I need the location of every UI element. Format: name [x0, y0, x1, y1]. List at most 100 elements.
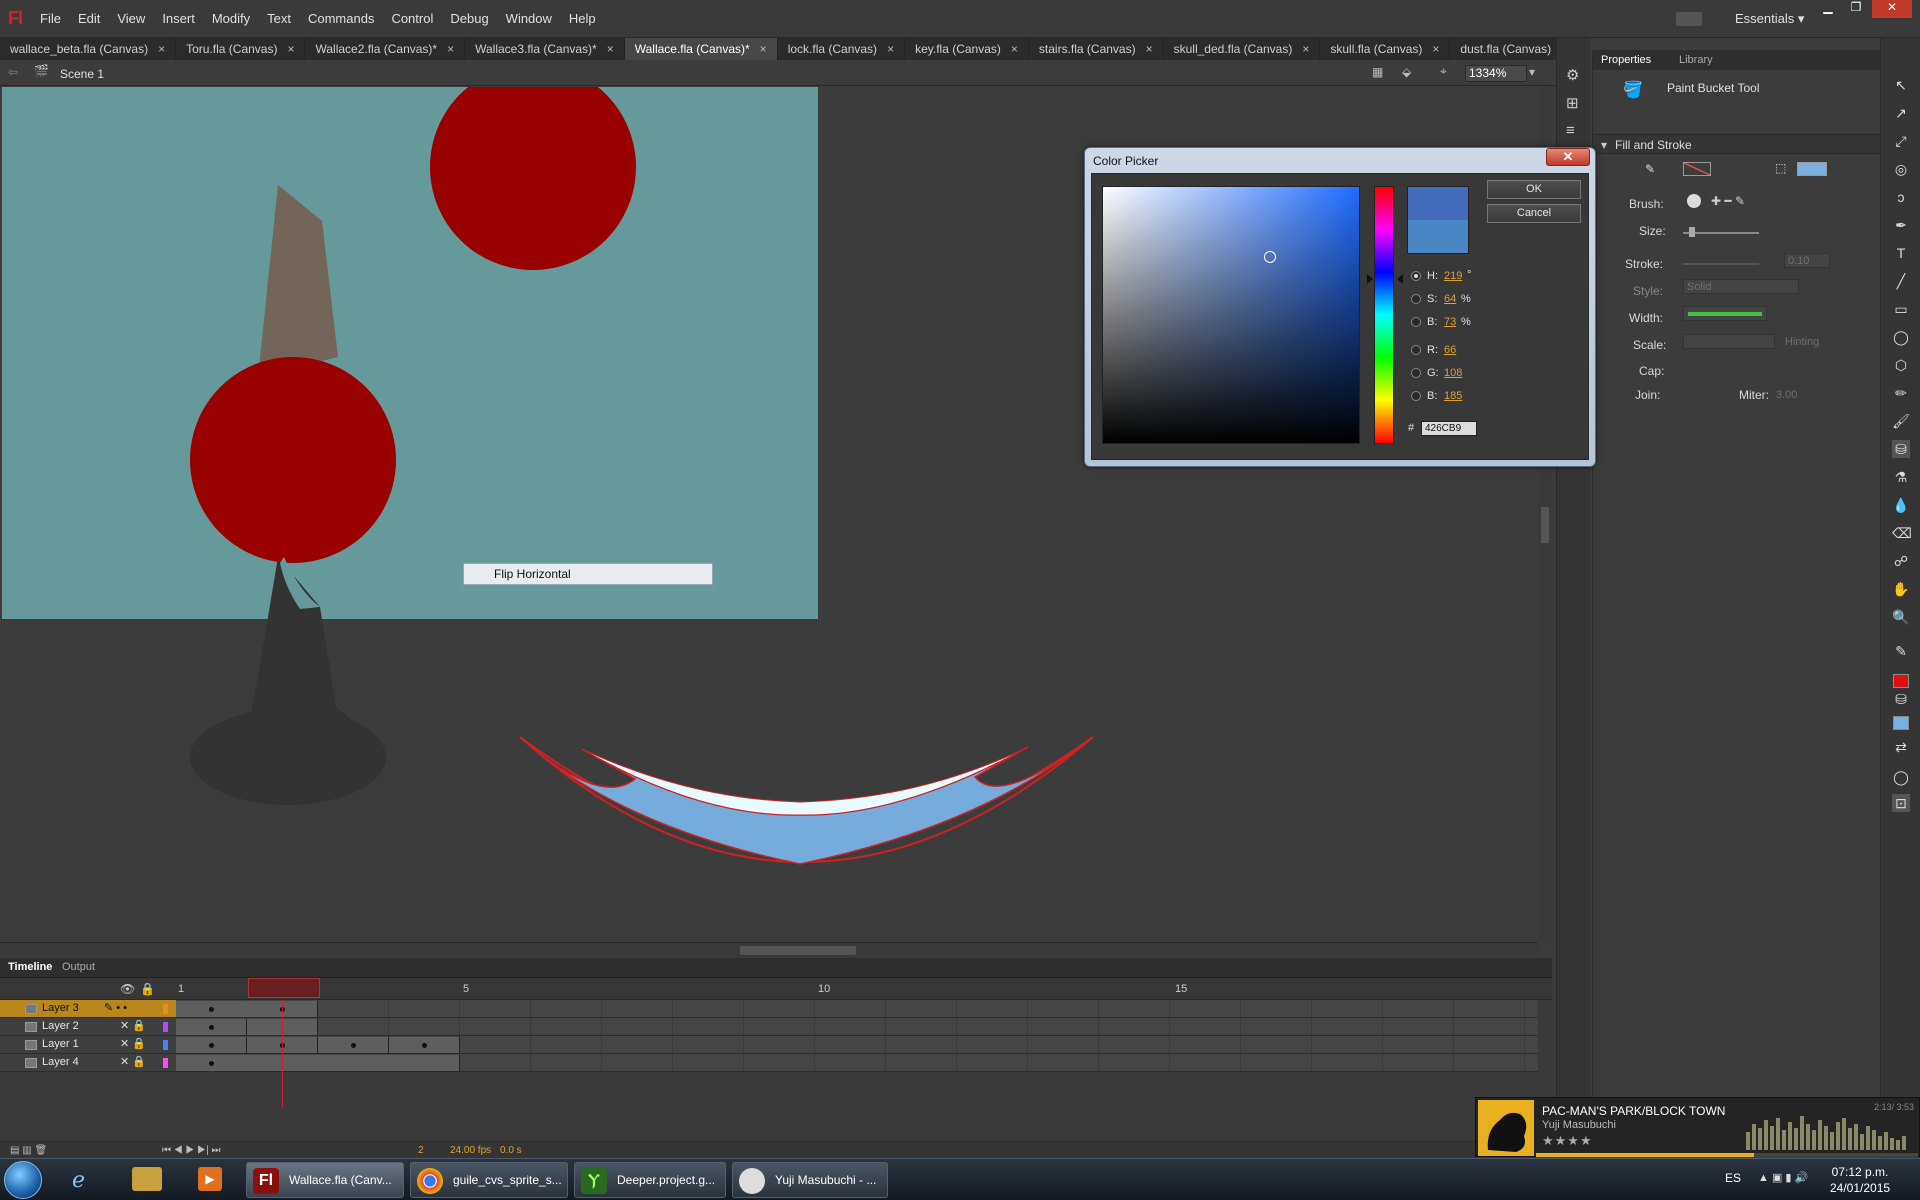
- stroke-color-swatch[interactable]: [1683, 162, 1711, 176]
- layer-row[interactable]: Layer 4 ✕ 🔒: [0, 1054, 1552, 1072]
- tab-wallace[interactable]: Wallace.fla (Canvas)* ×: [624, 38, 778, 60]
- pen-tool-icon[interactable]: ✒: [1892, 216, 1910, 234]
- new-layer-icon[interactable]: ▤ ▥ 🗑: [10, 1145, 47, 1156]
- playhead-marker[interactable]: [248, 978, 320, 998]
- ok-button[interactable]: OK: [1487, 180, 1581, 199]
- layer-row[interactable]: Layer 3 ✎ • •: [0, 1000, 1552, 1018]
- restore-icon[interactable]: ❐: [1844, 0, 1868, 18]
- layer-name-cell[interactable]: Layer 3 ✎ • •: [0, 1000, 176, 1018]
- keyframe[interactable]: [209, 1043, 214, 1048]
- taskbar-chrome[interactable]: guile_cvs_sprite_s...: [410, 1162, 568, 1198]
- selection-tool-icon[interactable]: ↖: [1892, 76, 1910, 94]
- stage-horizontal-scrollbar[interactable]: [0, 942, 1538, 958]
- menu-commands[interactable]: Commands: [308, 11, 374, 26]
- size-slider-thumb[interactable]: [1689, 227, 1695, 237]
- lasso-tool-icon[interactable]: ↄ: [1892, 188, 1910, 206]
- brush-options-icon[interactable]: ✚ ━ ✎: [1711, 194, 1745, 208]
- left-red-circle[interactable]: [190, 357, 396, 563]
- red-value[interactable]: 66: [1444, 344, 1456, 356]
- blue-value[interactable]: 185: [1444, 390, 1462, 402]
- fill-color-swatch[interactable]: [1797, 162, 1827, 176]
- brush-tool-icon[interactable]: 🖌: [1892, 412, 1910, 430]
- hidden-lock-icon[interactable]: ✕ 🔒: [120, 1019, 146, 1032]
- layer-name-cell[interactable]: Layer 4 ✕ 🔒: [0, 1054, 176, 1072]
- close-icon[interactable]: ✕: [1546, 148, 1590, 166]
- close-tab-icon[interactable]: ×: [760, 42, 767, 56]
- edit-symbol-icon[interactable]: ⬙: [1402, 65, 1411, 79]
- system-clock[interactable]: 07:12 p.m. 24/01/2015: [1830, 1164, 1890, 1196]
- keyframe[interactable]: [422, 1043, 427, 1048]
- stroke-color-chip[interactable]: [1893, 674, 1909, 688]
- media-player-icon[interactable]: ▶: [198, 1167, 222, 1191]
- scale-select[interactable]: [1683, 334, 1775, 349]
- keyframe[interactable]: [209, 1025, 214, 1030]
- paint-bucket-tool-icon[interactable]: ⛁: [1892, 440, 1910, 458]
- tray-icons[interactable]: ▲ ▣ ▮ 🔊: [1758, 1171, 1808, 1184]
- back-arrow-icon[interactable]: ⇦: [8, 65, 18, 79]
- close-tab-icon[interactable]: ×: [447, 42, 454, 56]
- layer-name-cell[interactable]: Layer 1 ✕ 🔒: [0, 1036, 176, 1054]
- pencil-tool-icon[interactable]: ✏: [1892, 384, 1910, 402]
- stroke-slider[interactable]: [1683, 263, 1759, 265]
- hue-value[interactable]: 219: [1444, 270, 1462, 282]
- layer-frames[interactable]: [176, 1018, 1538, 1036]
- taskbar-flash[interactable]: Fl Wallace.fla (Canv...: [246, 1162, 404, 1198]
- layer-row[interactable]: Layer 1 ✕ 🔒: [0, 1036, 1552, 1054]
- menu-file[interactable]: File: [40, 11, 61, 26]
- tab-toru[interactable]: Toru.fla (Canvas) ×: [176, 38, 306, 60]
- swap-colors-icon[interactable]: ⇄: [1892, 738, 1910, 756]
- music-player-widget[interactable]: PAC-MAN'S PARK/BLOCK TOWN Yuji Masubuchi…: [1475, 1097, 1920, 1157]
- keyframe[interactable]: [209, 1061, 214, 1066]
- menu-control[interactable]: Control: [391, 11, 433, 26]
- color-cursor[interactable]: [1264, 251, 1276, 263]
- blue-radio[interactable]: [1411, 391, 1421, 401]
- hidden-lock-icon[interactable]: ✕ 🔒: [120, 1037, 146, 1050]
- layer-frames[interactable]: [176, 1054, 1538, 1072]
- internet-explorer-icon[interactable]: ℯ: [72, 1167, 85, 1193]
- oval-tool-icon[interactable]: ◯: [1892, 328, 1910, 346]
- close-tab-icon[interactable]: ×: [1302, 42, 1309, 56]
- menu-text[interactable]: Text: [267, 11, 291, 26]
- green-radio[interactable]: [1411, 368, 1421, 378]
- tab-wallace3[interactable]: Wallace3.fla (Canvas)* ×: [465, 38, 625, 60]
- brightness-radio[interactable]: [1411, 317, 1421, 327]
- tab-lock[interactable]: lock.fla (Canvas) ×: [778, 38, 906, 60]
- close-icon[interactable]: ✕: [1872, 0, 1912, 18]
- zoom-dropdown-icon[interactable]: ▾: [1529, 65, 1535, 79]
- free-transform-tool-icon[interactable]: ⤢: [1892, 132, 1910, 150]
- layer-label[interactable]: Layer 3: [42, 1002, 79, 1014]
- stroke-input[interactable]: 0.10: [1784, 253, 1830, 268]
- layer-color-swatch[interactable]: [163, 1058, 168, 1068]
- subselection-tool-icon[interactable]: ↗: [1892, 104, 1910, 122]
- 3d-rotation-tool-icon[interactable]: ◎: [1892, 160, 1910, 178]
- snap-to-objects-icon[interactable]: ⊡: [1892, 794, 1910, 812]
- center-stage-icon[interactable]: ⌖: [1440, 64, 1447, 79]
- zoom-tool-icon[interactable]: 🔍: [1892, 608, 1910, 626]
- menu-window[interactable]: Window: [506, 11, 552, 26]
- tab-key[interactable]: key.fla (Canvas) ×: [905, 38, 1029, 60]
- layer-frames[interactable]: [176, 1036, 1538, 1054]
- layer-label[interactable]: Layer 2: [42, 1020, 79, 1032]
- object-drawing-icon[interactable]: ◯: [1892, 768, 1910, 786]
- menu-insert[interactable]: Insert: [162, 11, 195, 26]
- lock-icon[interactable]: 🔒: [140, 982, 155, 996]
- scrollbar-thumb[interactable]: [1541, 507, 1549, 543]
- layer-color-swatch[interactable]: [163, 1004, 168, 1014]
- collapse-arrow-icon[interactable]: ▾: [1601, 138, 1607, 152]
- saturation-brightness-field[interactable]: [1102, 186, 1360, 444]
- red-radio[interactable]: [1411, 345, 1421, 355]
- layer-color-swatch[interactable]: [163, 1040, 168, 1050]
- fill-color-chip[interactable]: [1893, 716, 1909, 730]
- menu-modify[interactable]: Modify: [212, 11, 250, 26]
- track-rating[interactable]: ★★★★: [1542, 1133, 1593, 1149]
- taskbar-music-player[interactable]: Yuji Masubuchi - ...: [732, 1162, 888, 1198]
- close-tab-icon[interactable]: ×: [1432, 42, 1439, 56]
- hex-input[interactable]: 426CB9: [1421, 421, 1477, 436]
- tab-wallace2[interactable]: Wallace2.fla (Canvas)* ×: [305, 38, 466, 60]
- menu-edit[interactable]: Edit: [78, 11, 100, 26]
- hue-radio[interactable]: [1411, 271, 1421, 281]
- minimize-icon[interactable]: ▁: [1816, 0, 1840, 18]
- tab-output[interactable]: Output: [62, 961, 95, 973]
- close-tab-icon[interactable]: ×: [287, 42, 294, 56]
- hue-slider[interactable]: [1374, 186, 1394, 444]
